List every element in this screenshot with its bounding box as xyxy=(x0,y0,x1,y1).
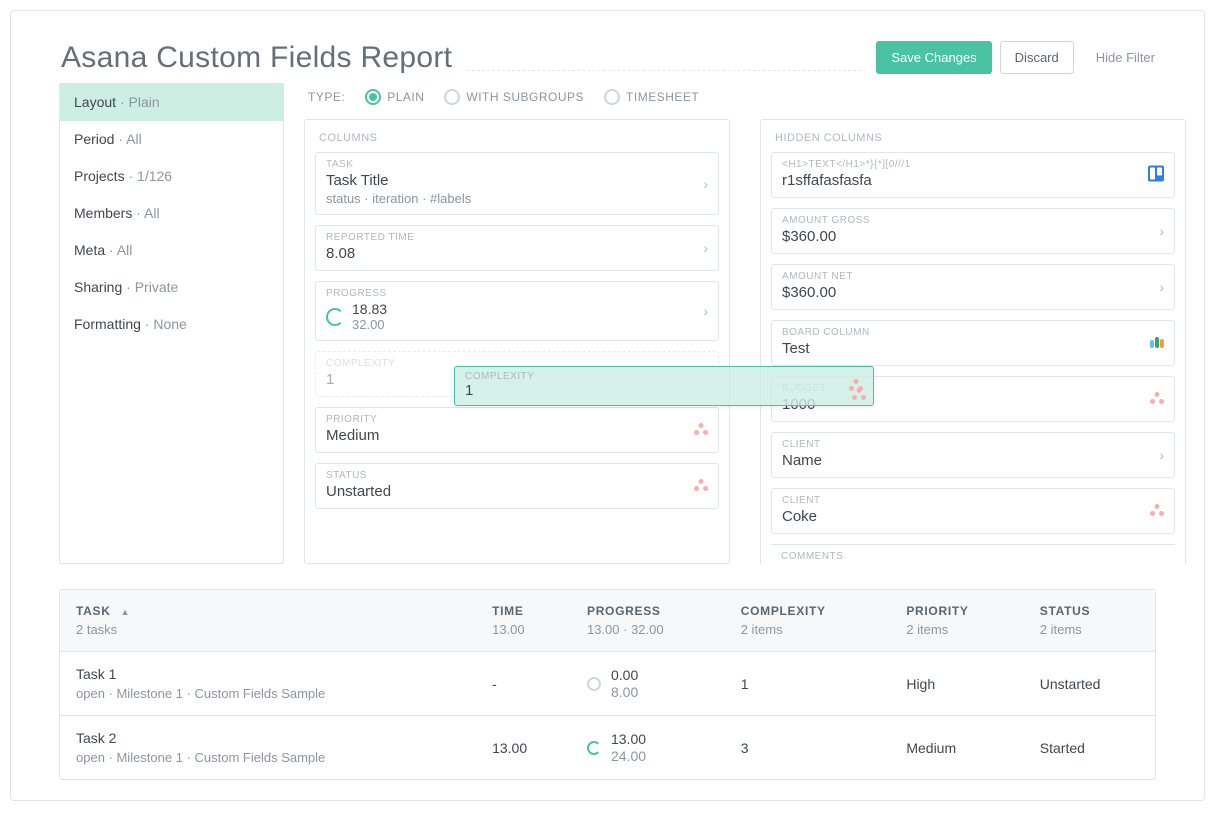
cell-time: 13.00 xyxy=(476,716,571,780)
radio-icon xyxy=(604,89,620,105)
th-time[interactable]: TIME 13.00 xyxy=(476,590,571,652)
cell-task-sub: open · Milestone 1 · Custom Fields Sampl… xyxy=(76,750,460,765)
column-card-priority[interactable]: PRIORITY Medium xyxy=(315,407,719,453)
dragging-card-complexity[interactable]: COMPLEXITY 1 xyxy=(454,366,874,406)
trello-icon xyxy=(1148,166,1164,185)
radio-icon xyxy=(444,89,460,105)
sidebar: Layout · Plain Period · All Projects · 1… xyxy=(59,83,284,564)
hide-filter-button[interactable]: Hide Filter xyxy=(1082,42,1169,73)
chevron-right-icon: › xyxy=(1159,447,1164,463)
chevron-right-icon: › xyxy=(703,240,708,256)
th-complexity[interactable]: COMPLEXITY 2 items xyxy=(725,590,891,652)
columns-panel: COLUMNS TASK Task Title status · iterati… xyxy=(304,119,730,564)
cell-complexity: 3 xyxy=(725,716,891,780)
asana-icon xyxy=(1150,391,1164,407)
type-option-plain[interactable]: PLAIN xyxy=(365,89,424,105)
hidden-card-amount-gross[interactable]: AMOUNT GROSS $360.00 › xyxy=(771,208,1175,254)
hidden-card-board-column[interactable]: BOARD COLUMN Test xyxy=(771,320,1175,366)
cell-priority: High xyxy=(890,652,1023,716)
chevron-right-icon: › xyxy=(1159,223,1164,239)
radio-icon xyxy=(365,89,381,105)
cell-priority: Medium xyxy=(890,716,1023,780)
panel-title: COLUMNS xyxy=(305,120,729,152)
cell-status: Started xyxy=(1024,716,1155,780)
save-button[interactable]: Save Changes xyxy=(876,41,991,74)
column-card-progress[interactable]: PROGRESS 18.83 32.00 › xyxy=(315,281,719,341)
hidden-card-h1text[interactable]: <H1>TEXT</H1>*}{*][0///1 r1sffafasfasfa xyxy=(771,152,1175,198)
people-icon xyxy=(1150,335,1164,351)
table-row[interactable]: Task 2 open · Milestone 1 · Custom Field… xyxy=(60,716,1155,780)
sidebar-item-sharing[interactable]: Sharing · Private xyxy=(60,269,283,306)
chevron-right-icon: › xyxy=(703,303,708,319)
asana-icon xyxy=(694,478,708,494)
column-card-status[interactable]: STATUS Unstarted xyxy=(315,463,719,509)
hidden-card-comments-label: COMMENTS xyxy=(761,551,1185,564)
sidebar-item-layout[interactable]: Layout · Plain xyxy=(60,84,283,121)
panel-title: HIDDEN COLUMNS xyxy=(761,120,1185,152)
sidebar-item-period[interactable]: Period · All xyxy=(60,121,283,158)
type-selector: TYPE: PLAIN WITH SUBGROUPS TIMESHEET xyxy=(304,83,1186,119)
asana-icon xyxy=(694,422,708,438)
cell-task-title: Task 1 xyxy=(76,666,116,682)
results-table: TASK ▲ 2 tasks TIME 13.00 PROGRESS 13.00… xyxy=(59,589,1156,780)
asana-icon xyxy=(1150,503,1164,519)
sidebar-item-value: Plain xyxy=(129,94,160,110)
cell-time: - xyxy=(476,652,571,716)
column-card-reported-time[interactable]: REPORTED TIME 8.08 › xyxy=(315,225,719,271)
sidebar-item-projects[interactable]: Projects · 1/126 xyxy=(60,158,283,195)
table-row[interactable]: Task 1 open · Milestone 1 · Custom Field… xyxy=(60,652,1155,716)
hidden-card-client-name[interactable]: CLIENT Name › xyxy=(771,432,1175,478)
divider xyxy=(771,544,1175,545)
sidebar-item-members[interactable]: Members · All xyxy=(60,195,283,232)
cell-task-sub: open · Milestone 1 · Custom Fields Sampl… xyxy=(76,686,460,701)
hidden-card-client-coke[interactable]: CLIENT Coke xyxy=(771,488,1175,534)
sort-asc-icon: ▲ xyxy=(121,607,131,617)
th-task[interactable]: TASK ▲ 2 tasks xyxy=(60,590,476,652)
progress-ring-icon xyxy=(587,741,601,755)
th-status[interactable]: STATUS 2 items xyxy=(1024,590,1155,652)
progress-spinner-icon xyxy=(326,308,344,326)
discard-button[interactable]: Discard xyxy=(1000,41,1074,74)
title-divider xyxy=(467,70,861,71)
type-option-subgroups[interactable]: WITH SUBGROUPS xyxy=(444,89,584,105)
type-option-timesheet[interactable]: TIMESHEET xyxy=(604,89,699,105)
hidden-card-amount-net[interactable]: AMOUNT NET $360.00 › xyxy=(771,264,1175,310)
chevron-right-icon: › xyxy=(1159,279,1164,295)
th-priority[interactable]: PRIORITY 2 items xyxy=(890,590,1023,652)
progress-ring-icon xyxy=(587,677,601,691)
sidebar-item-label: Layout xyxy=(74,94,116,110)
hidden-columns-panel: HIDDEN COLUMNS <H1>TEXT</H1>*}{*][0///1 … xyxy=(760,119,1186,564)
sidebar-item-formatting[interactable]: Formatting · None xyxy=(60,306,283,343)
sidebar-item-meta[interactable]: Meta · All xyxy=(60,232,283,269)
page-title: Asana Custom Fields Report xyxy=(61,41,452,75)
cell-task-title: Task 2 xyxy=(76,730,116,746)
cell-complexity: 1 xyxy=(725,652,891,716)
column-card-task[interactable]: TASK Task Title status · iteration · #la… xyxy=(315,152,719,215)
th-progress[interactable]: PROGRESS 13.00 · 32.00 xyxy=(571,590,725,652)
asana-icon xyxy=(852,387,866,403)
type-label: TYPE: xyxy=(308,90,345,104)
cell-status: Unstarted xyxy=(1024,652,1155,716)
chevron-right-icon: › xyxy=(703,176,708,192)
